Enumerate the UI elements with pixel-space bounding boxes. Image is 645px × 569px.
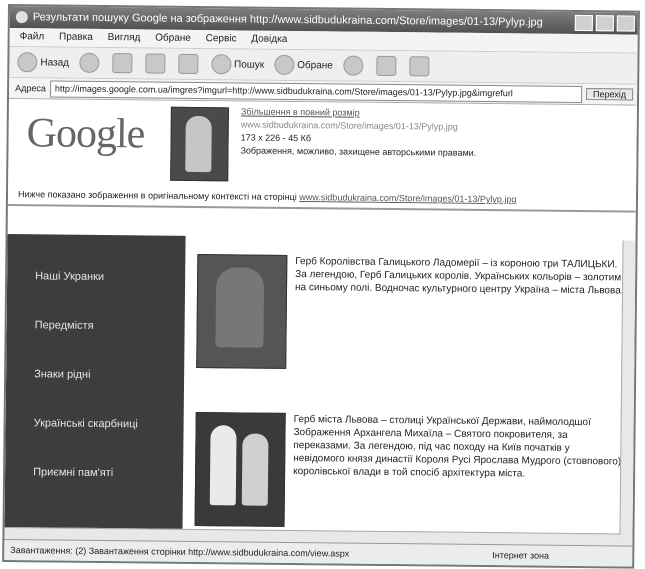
paragraph-1: Герб Королівства Галицького Ладомерії – … (294, 256, 624, 297)
back-button[interactable]: Назад (17, 52, 69, 73)
stop-icon (111, 53, 133, 74)
address-label: Адреса (15, 83, 46, 94)
home-icon (177, 53, 199, 74)
menu-tools[interactable]: Сервіс (206, 33, 237, 44)
mail-icon (375, 55, 397, 77)
paragraph-2: Герб міста Львова – столиці Української … (293, 414, 622, 480)
address-input[interactable]: http://images.google.com.ua/imgres?imgur… (49, 79, 583, 103)
context-link[interactable]: www.sidbudukraina.com/Store/images/01-13… (299, 192, 516, 204)
security-zone: Інтернет зона (492, 550, 550, 561)
status-text: Завантаження: (2) Завантаження сторінки … (10, 545, 350, 559)
go-button[interactable]: Перехід (585, 88, 634, 101)
image-info: Збільшення в повний розмір www.sidbudukr… (240, 105, 621, 161)
coat-of-arms-image (196, 253, 288, 369)
favorites-button[interactable]: Обране (274, 54, 333, 76)
nav-item-5[interactable]: Приємні пам'яті (5, 448, 184, 499)
print-button[interactable] (408, 56, 432, 77)
google-logo[interactable]: Google (26, 109, 144, 158)
close-button[interactable] (616, 15, 635, 32)
nav-item-2[interactable]: Передмістя (6, 301, 185, 352)
vertical-scrollbar[interactable] (619, 240, 636, 547)
forward-arrow-icon (78, 52, 100, 73)
angel-image (194, 411, 286, 527)
nav-item-4[interactable]: Українські скарбниці (5, 399, 184, 450)
back-arrow-icon (17, 52, 38, 73)
browser-icon (15, 11, 28, 24)
history-icon (342, 55, 364, 76)
forward-button[interactable] (78, 52, 102, 73)
home-button[interactable] (177, 53, 201, 74)
star-icon (274, 54, 295, 75)
stop-button[interactable] (111, 53, 135, 74)
google-image-header: Google Збільшення в повний розмір www.si… (7, 99, 637, 213)
nav-item-1[interactable]: Наші Укранки (7, 252, 186, 303)
refresh-button[interactable] (144, 53, 168, 74)
menu-favorites[interactable]: Обране (155, 33, 191, 44)
content-block-2: Герб міста Львова – столиці Української … (194, 411, 624, 530)
history-button[interactable] (342, 55, 366, 76)
mail-button[interactable] (375, 55, 399, 77)
page-content: Герб Королівства Галицького Ладомерії – … (182, 236, 635, 547)
maximize-button[interactable] (595, 15, 614, 32)
minimize-button[interactable] (574, 14, 593, 32)
content-block-1: Герб Королівства Галицького Ладомерії – … (196, 253, 625, 372)
nav-item-3[interactable]: Знаки рідні (6, 350, 185, 401)
context-note: Нижче показано зображення в оригінальном… (17, 189, 517, 205)
print-icon (408, 56, 430, 77)
search-icon (210, 54, 232, 75)
menu-edit[interactable]: Правка (59, 32, 93, 43)
copyright-note: Зображення, можливо, захищене авторським… (240, 145, 477, 158)
embedded-page: Наші Укранки Передмістя Знаки рідні Укра… (4, 234, 636, 547)
search-button[interactable]: Пошук (210, 54, 264, 75)
site-nav: Наші Укранки Передмістя Знаки рідні Укра… (4, 234, 186, 542)
browser-window: Результати пошуку Google на зображення h… (2, 4, 640, 569)
refresh-icon (144, 53, 166, 74)
image-thumbnail[interactable] (170, 106, 229, 182)
menu-file[interactable]: Файл (20, 31, 45, 42)
menu-help[interactable]: Довідка (251, 34, 287, 45)
menu-view[interactable]: Вигляд (108, 32, 141, 43)
